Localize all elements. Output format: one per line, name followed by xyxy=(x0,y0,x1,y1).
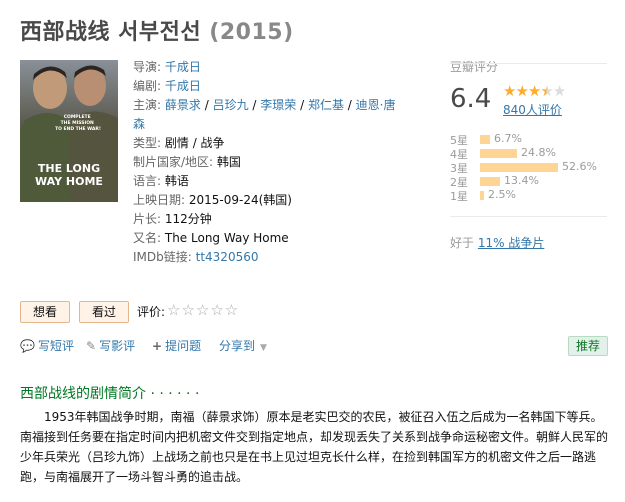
poster-tagline-line2: THE MISSION xyxy=(61,120,94,126)
page-title: 西部战线 서부전선 (2015) xyxy=(20,14,294,46)
rate-label: 评价: xyxy=(137,305,166,319)
director-label: 导演: xyxy=(133,60,162,74)
director-link[interactable]: 千成日 xyxy=(165,60,201,74)
star-icon: ★ xyxy=(515,82,528,100)
review-label: 写影评 xyxy=(99,339,136,353)
synopsis-text: 1953年韩国战争时期，南福（薛景求饰）原本是老实巴交的农民，被征召入伍之后成为… xyxy=(20,410,609,484)
release-label: 上映日期: xyxy=(133,193,186,207)
ask-label: 提问题 xyxy=(165,339,202,353)
language-label: 语言: xyxy=(133,174,162,188)
synopsis-title: 西部战线的剧情简介 · · · · · · xyxy=(20,383,199,403)
cast-sep: / xyxy=(343,98,356,112)
country-row: 制片国家/地区: 韩国 xyxy=(133,153,398,172)
movie-title: 西部战线 서부전선 xyxy=(20,20,202,45)
genre-value: 剧情 / 战争 xyxy=(164,136,225,150)
share-link[interactable]: 分享到 ▼ xyxy=(219,337,267,354)
rating-divider-top xyxy=(450,63,607,64)
rating-bar xyxy=(480,149,517,158)
cast-link[interactable]: 吕珍九 xyxy=(213,98,249,112)
runtime-row: 片长: 112分钟 xyxy=(133,210,398,229)
cast-label: 主演: xyxy=(133,98,162,112)
writer-label: 编剧: xyxy=(133,79,162,93)
cast-link[interactable]: 李璟荣 xyxy=(260,98,296,112)
rating-panel: 豆瓣评分 6.4 ★★★★★ 840人评价 5星 6.7% 4星 24.8% 3星 52.… xyxy=(450,58,607,203)
rating-bar xyxy=(480,135,490,144)
cast-link[interactable]: 郑仁基 xyxy=(308,98,344,112)
imdb-link[interactable]: tt4320560 xyxy=(196,250,259,264)
rate-stars-input[interactable]: ☆☆☆☆☆ xyxy=(167,301,239,319)
release-row: 上映日期: 2015-09-24(韩国) xyxy=(133,191,398,210)
poster-tagline-line1: COMPLETE xyxy=(64,114,91,120)
imdb-row: IMDb链接: tt4320560 xyxy=(133,248,398,267)
poster-film-title-2: WAY HOME xyxy=(35,175,103,188)
writer-row: 编剧: 千成日 xyxy=(133,77,398,96)
rating-bar-row: 2星 13.4% xyxy=(450,174,607,189)
half-star-icon: ★ xyxy=(540,82,553,100)
cast-link[interactable]: 薛景求 xyxy=(165,98,201,112)
rating-bar xyxy=(480,177,500,186)
movie-poster[interactable]: COMPLETE THE MISSION TO END THE WAR! THE… xyxy=(20,60,118,202)
poster-film-title-1: THE LONG xyxy=(38,162,100,175)
star-empty-icon: ★ xyxy=(552,82,566,100)
rating-bar-star-label: 1星 xyxy=(450,190,468,203)
rating-bar-row: 1星 2.5% xyxy=(450,188,607,203)
rating-divider-bottom xyxy=(450,216,607,217)
ask-question-link[interactable]: + 提问题 xyxy=(152,337,201,354)
rating-bar-percent: 13.4% xyxy=(504,174,539,187)
cast-sep: / xyxy=(296,98,308,112)
rating-bar xyxy=(480,163,558,172)
genre-row: 类型: 剧情 / 战争 xyxy=(133,134,398,153)
cast-sep: / xyxy=(248,98,261,112)
aka-value: The Long Way Home xyxy=(164,231,289,245)
aka-label: 又名: xyxy=(133,231,162,245)
cast-sep: / xyxy=(200,98,213,112)
rating-bar-row: 3星 52.6% xyxy=(450,160,607,175)
rating-bar-percent: 6.7% xyxy=(494,132,522,145)
recommend-button[interactable]: 推荐 xyxy=(568,336,608,356)
better-than-link[interactable]: 11% 战争片 xyxy=(478,236,545,250)
aka-row: 又名: The Long Way Home xyxy=(133,229,398,248)
country-value: 韩国 xyxy=(216,155,241,169)
rating-stars: ★★★★★ xyxy=(503,82,566,100)
imdb-label: IMDb链接: xyxy=(133,250,192,264)
poster-tagline-line3: TO END THE WAR! xyxy=(55,126,101,132)
better-prefix: 好于 xyxy=(450,236,478,250)
runtime-value: 112分钟 xyxy=(164,212,212,226)
write-review-link[interactable]: ✎ 写影评 xyxy=(86,337,135,354)
rating-score: 6.4 xyxy=(450,84,492,114)
language-value: 韩语 xyxy=(164,174,189,188)
genre-label: 类型: xyxy=(133,136,162,150)
rating-bar-row: 4星 24.8% xyxy=(450,146,607,161)
director-row: 导演: 千成日 xyxy=(133,58,398,77)
short-review-label: 写短评 xyxy=(37,339,74,353)
votes-link[interactable]: 840人评价 xyxy=(503,101,562,118)
better-than: 好于 11% 战争片 xyxy=(450,234,544,251)
movie-year: (2015) xyxy=(209,20,294,45)
pencil-icon: ✎ xyxy=(86,339,97,353)
release-value: 2015-09-24(韩国) xyxy=(188,193,292,207)
share-label: 分享到 xyxy=(219,339,256,353)
rating-distribution: 5星 6.7% 4星 24.8% 3星 52.6% 2星 13.4% 1星 2.5% xyxy=(450,132,607,203)
rating-bar xyxy=(480,191,484,200)
chevron-down-icon: ▼ xyxy=(260,343,267,353)
plus-icon: + xyxy=(152,339,163,353)
star-icon: ★ xyxy=(503,82,516,100)
rating-bar-row: 5星 6.7% xyxy=(450,132,607,147)
rating-bar-percent: 52.6% xyxy=(562,160,597,173)
rating-bar-percent: 24.8% xyxy=(521,146,556,159)
watched-button[interactable]: 看过 xyxy=(79,301,129,323)
synopsis-title-text: 西部战线的剧情简介 · · · · · · xyxy=(20,386,200,402)
want-to-watch-button[interactable]: 想看 xyxy=(20,301,70,323)
rating-bar-percent: 2.5% xyxy=(488,188,516,201)
rating-label: 豆瓣评分 xyxy=(450,60,499,74)
runtime-label: 片长: xyxy=(133,212,162,226)
language-row: 语言: 韩语 xyxy=(133,172,398,191)
writer-link[interactable]: 千成日 xyxy=(165,79,201,93)
movie-info: 导演: 千成日 编剧: 千成日 主演: 薛景求 / 吕珍九 / 李璟荣 / 郑仁… xyxy=(133,58,398,267)
cast-row: 主演: 薛景求 / 吕珍九 / 李璟荣 / 郑仁基 / 迪恩·唐森 xyxy=(133,96,398,134)
country-label: 制片国家/地区: xyxy=(133,155,214,169)
comment-icon: 💬 xyxy=(20,339,35,353)
star-icon: ★ xyxy=(527,82,541,100)
write-short-review-link[interactable]: 💬 写短评 xyxy=(20,337,74,354)
